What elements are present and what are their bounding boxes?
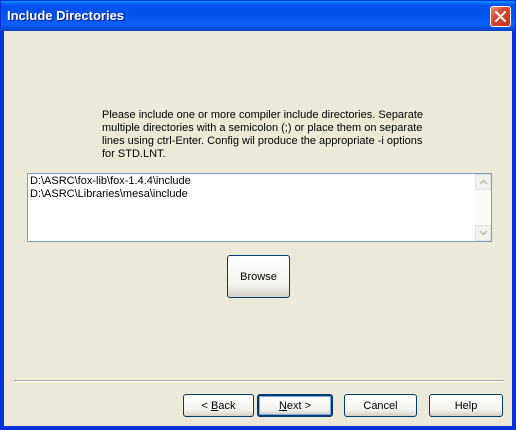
include-directories-dialog: Include Directories Please include one o… <box>0 0 516 430</box>
back-prefix: < <box>201 399 211 412</box>
directory-item[interactable]: D:\ASRC\Libraries\mesa\include <box>30 188 473 201</box>
scroll-up-button[interactable] <box>475 174 491 190</box>
back-button[interactable]: < Back <box>183 394 254 417</box>
cancel-button[interactable]: Cancel <box>344 394 417 417</box>
instructions-text: Please include one or more compiler incl… <box>102 109 424 160</box>
directory-item[interactable]: D:\ASRC\fox-lib\fox-1.4.4\include <box>30 175 473 188</box>
back-mnemonic: B <box>211 399 219 412</box>
close-button[interactable] <box>490 6 511 27</box>
next-label: ext > <box>286 399 312 412</box>
vertical-scrollbar[interactable] <box>475 174 491 241</box>
directories-list[interactable]: D:\ASRC\fox-lib\fox-1.4.4\include D:\ASR… <box>30 175 473 201</box>
window-frame-left <box>1 31 4 429</box>
next-mnemonic: N <box>278 399 287 412</box>
title-bar[interactable]: Include Directories <box>1 1 515 31</box>
include-directories-field[interactable]: D:\ASRC\fox-lib\fox-1.4.4\include D:\ASR… <box>27 173 492 242</box>
window-title: Include Directories <box>7 8 125 23</box>
back-label: ack <box>218 399 236 412</box>
window-frame-bottom <box>1 426 515 429</box>
next-button[interactable]: Next > <box>257 394 333 417</box>
help-button[interactable]: Help <box>429 394 503 417</box>
scroll-up-arrow-icon <box>478 179 488 185</box>
close-icon <box>495 11 506 22</box>
browse-button[interactable]: Browse <box>227 255 290 298</box>
window-frame-right <box>512 31 515 429</box>
scroll-down-arrow-icon <box>478 230 488 236</box>
scroll-down-button[interactable] <box>475 225 491 241</box>
separator-line <box>14 380 504 382</box>
